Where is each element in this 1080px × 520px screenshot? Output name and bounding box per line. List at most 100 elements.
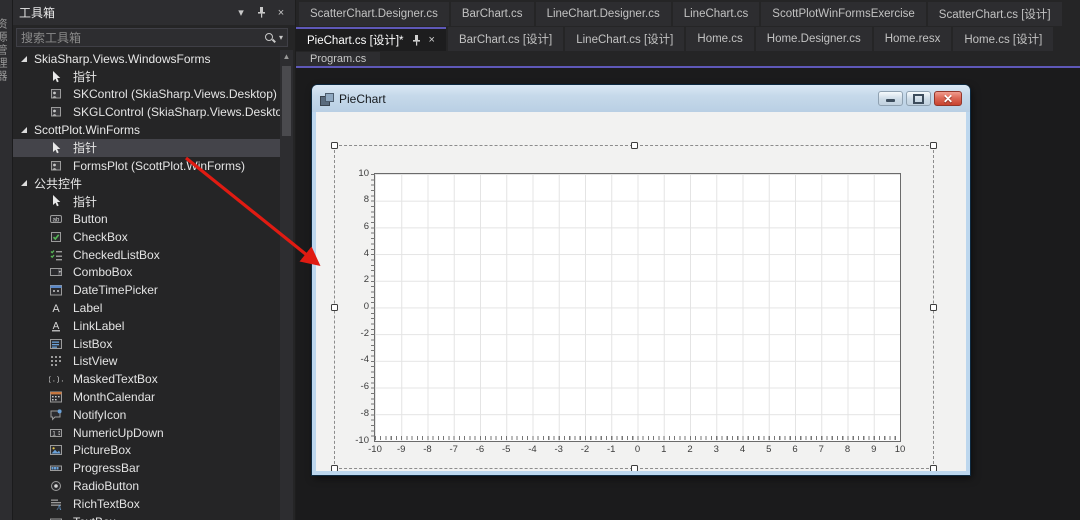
form-title-text: PieChart [339,91,386,106]
pin-icon[interactable] [412,34,421,46]
toolbox-item-checkbox[interactable]: CheckBox [13,228,280,246]
search-options-chevron-icon[interactable]: ▾ [279,33,283,42]
toolbox-item-datetimepicker[interactable]: DateTimePicker [13,281,280,299]
toolbox-item-notifyicon[interactable]: NotifyIcon [13,406,280,424]
toolbox-item-label: MaskedTextBox [73,372,158,387]
toolbox-item-radiobutton[interactable]: RadioButton [13,477,280,495]
search-icon[interactable] [264,32,276,44]
resize-handle-top-center[interactable] [630,142,638,149]
tab-label: ScatterChart.Designer.cs [310,8,438,20]
form-client-area[interactable]: 10 8 6 4 2 0 -2 -4 -6 -8 -10 -10 -9 -8 -7 -6 -5 -4 -3 -2 -1… [316,112,966,471]
toolbox-group-skiasharp-views-windowsforms[interactable]: SkiaSharp.Views.WindowsForms [13,50,280,68]
toolbox-item-numericupdown[interactable]: 1 NumericUpDown [13,424,280,442]
tab-home-cs[interactable]: Home.cs [686,27,754,51]
toolbox-group-scottplot-winforms[interactable]: ScottPlot.WinForms [13,121,280,139]
toolbox-item-linklabel[interactable]: A LinkLabel [13,317,280,335]
toolbox-item-monthcalendar[interactable]: MonthCalendar [13,388,280,406]
x-tick-label: -4 [528,444,537,455]
toolbox-item-checkedlistbox[interactable]: CheckedListBox [13,246,280,264]
tab-linechart-cs-设计[interactable]: LineChart.cs [设计] [565,27,685,51]
tab-program-cs[interactable]: Program.cs [296,52,381,66]
tab-label: LineChart.cs [683,8,749,20]
component-icon [49,87,63,101]
tab-label: Home.resx [884,33,941,45]
y-tick-label: 2 [363,274,369,286]
expander-icon[interactable] [21,127,27,134]
tab-home-designer-cs[interactable]: Home.Designer.cs [755,27,872,51]
scrollbar-thumb[interactable] [282,66,291,136]
x-tick-label: -3 [554,444,563,455]
y-tick-label: 4 [363,247,369,259]
toolbox-item-maskedtextbox[interactable]: (.). MaskedTextBox [13,370,280,388]
toolbox-group-公共控件[interactable]: 公共控件 [13,175,280,193]
toolbox-item-picturebox[interactable]: PictureBox [13,442,280,460]
close-icon[interactable]: × [273,5,289,21]
maximize-button[interactable] [906,91,931,106]
toolbox-item-指针[interactable]: 指针 [13,68,280,86]
tab-barchart-cs-设计[interactable]: BarChart.cs [设计] [447,27,564,51]
toolbox-item-label: MonthCalendar [73,390,156,405]
expander-icon[interactable] [21,180,27,187]
toolbox-item-skglcontrol-skiasharp-views-desktop[interactable]: SKGLControl (SkiaSharp.Views.Desktop) [13,103,280,121]
toolbox-item-richtextbox[interactable]: A RichTextBox [13,495,280,513]
x-tick-label: -8 [423,444,432,455]
minimize-button[interactable] [878,91,903,106]
tab-scatterchart-cs-设计[interactable]: ScatterChart.cs [设计] [927,2,1062,26]
toolbox-header: 工具箱 ▾ × [13,0,295,25]
expander-icon[interactable] [21,55,27,62]
form-title-bar[interactable]: PieChart ✕ [312,85,970,112]
x-tick-label: 4 [739,444,746,455]
component-icon [49,159,63,173]
resize-handle-top-left[interactable] [331,142,338,149]
toolbox-scrollbar[interactable]: ▲ [280,50,293,520]
tab-scatterchart-designer-cs[interactable]: ScatterChart.Designer.cs [299,2,449,26]
toolbox-item-label[interactable]: A Label [13,299,280,317]
toolbox-item-skcontrol-skiasharp-views-desktop[interactable]: SKControl (SkiaSharp.Views.Desktop) [13,86,280,104]
close-icon[interactable]: × [429,34,435,46]
resize-handle-bottom-right[interactable] [930,465,937,471]
linklabel-icon: A [49,319,63,333]
tab-home-cs-设计[interactable]: Home.cs [设计] [953,27,1054,51]
toolbox-item-指针[interactable]: 指针 [13,192,280,210]
toolbox-item-指针[interactable]: 指针 [13,138,280,157]
resize-handle-bottom-left[interactable] [331,465,338,471]
toolbox-item-button[interactable]: ab Button [13,210,280,228]
toolbox-item-textbox[interactable]: TextBox [13,513,280,520]
toolbox-item-formsplot-scottplot-winforms[interactable]: FormsPlot (ScottPlot.WinForms) [13,157,280,175]
pointer-icon [49,70,63,84]
chevron-down-icon[interactable]: ▾ [233,5,249,21]
tab-linechart-cs[interactable]: LineChart.cs [672,2,760,26]
toolbox-item-listview[interactable]: ListView [13,353,280,371]
visual-studio-window: 资源管理器 工具箱 ▾ × 搜索工具箱 ▾ SkiaSharp.Views.Wi… [0,0,1080,520]
tab-scottplotwinformsexercise[interactable]: ScottPlotWinFormsExercise [761,2,926,26]
toolbox-item-label: RadioButton [73,479,140,494]
plot-data-area[interactable] [374,173,901,442]
x-tick-label: 7 [818,444,824,455]
tab-home-resx[interactable]: Home.resx [873,27,952,51]
datetimepicker-icon [49,283,63,297]
resize-handle-mid-left[interactable] [331,303,338,311]
tab-barchart-cs[interactable]: BarChart.cs [450,2,534,26]
scroll-up-icon[interactable]: ▲ [280,52,293,61]
tab-piechart-cs-设计[interactable]: PieChart.cs [设计]* × [296,27,446,51]
designer-canvas[interactable]: PieChart ✕ 10 8 6 4 2 0 -2 -4 -6 -8 -10 … [296,68,1080,520]
resize-handle-top-right[interactable] [930,142,937,149]
svg-text:A: A [52,303,60,315]
designed-form-window[interactable]: PieChart ✕ 10 8 6 4 2 0 -2 -4 -6 -8 -10 … [312,85,970,475]
tab-label: LineChart.cs [设计] [576,34,674,46]
pin-icon[interactable] [253,5,269,21]
component-icon [49,105,63,119]
tab-linechart-designer-cs[interactable]: LineChart.Designer.cs [535,2,671,26]
collapsed-panel-strip[interactable]: 资源管理器 [0,0,13,520]
collapsed-panel-label: 资源管理器 [0,18,7,83]
toolbox-search-input[interactable]: 搜索工具箱 ▾ [16,28,288,47]
resize-handle-bottom-center[interactable] [630,465,638,471]
resize-handle-mid-right[interactable] [930,303,937,311]
toolbox-item-label: NumericUpDown [73,425,164,440]
toolbox-item-progressbar[interactable]: ProgressBar [13,459,280,477]
x-tick-label: 10 [894,444,906,455]
close-button[interactable]: ✕ [934,91,962,106]
formsplot-control-selection[interactable]: 10 8 6 4 2 0 -2 -4 -6 -8 -10 -10 -9 -8 -7 -6 -5 -4 -3 -2 -1… [331,142,937,471]
toolbox-item-combobox[interactable]: ComboBox [13,264,280,282]
toolbox-item-listbox[interactable]: ListBox [13,335,280,353]
